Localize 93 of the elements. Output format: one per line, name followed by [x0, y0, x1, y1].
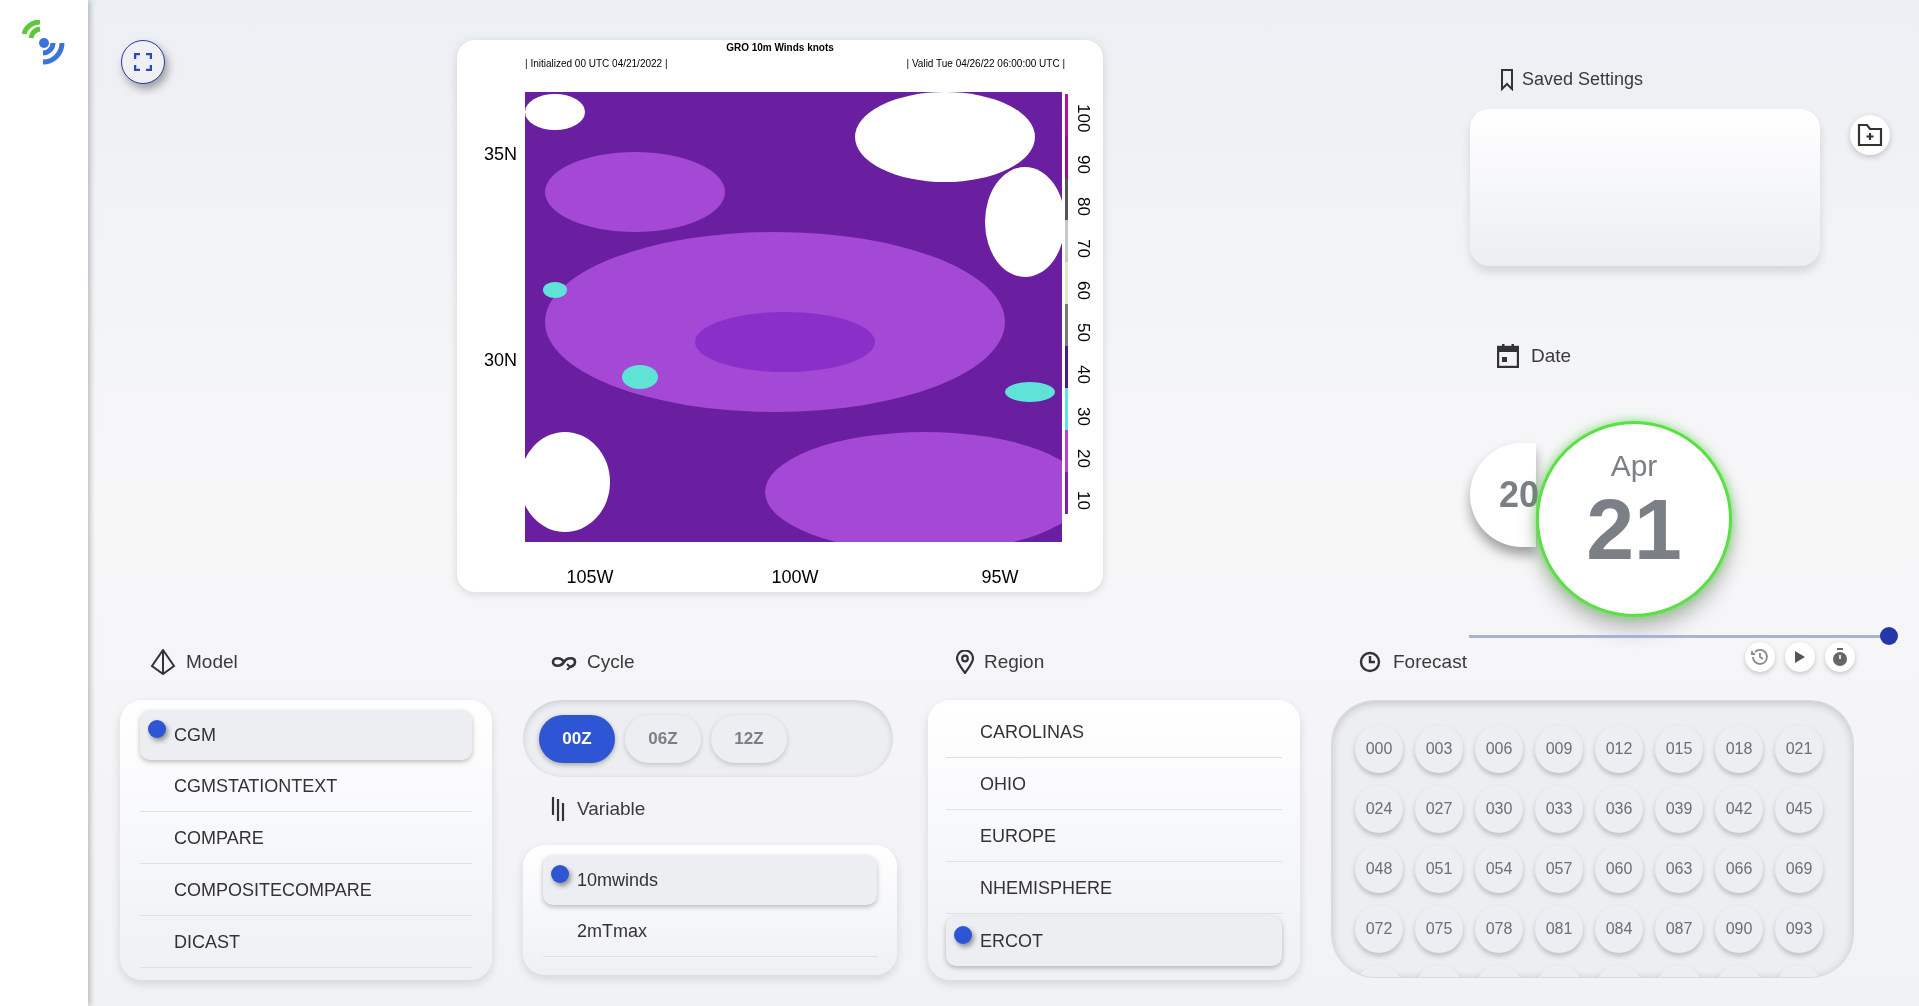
model-label: Model: [186, 649, 238, 674]
forecast-hour-button[interactable]: 084: [1595, 905, 1643, 953]
forecast-hour-button[interactable]: 006: [1475, 725, 1523, 773]
loop-icon: [551, 654, 577, 670]
list-item[interactable]: CAROLINAS: [946, 708, 1282, 758]
forecast-hour-button[interactable]: 018: [1715, 725, 1763, 773]
bars-icon: [551, 796, 567, 822]
timer-button[interactable]: [1825, 642, 1855, 672]
calendar-icon: [1497, 344, 1519, 369]
history-icon: [1751, 648, 1769, 666]
forecast-hour-button[interactable]: 075: [1415, 905, 1463, 953]
map-valid-text: | Valid Tue 04/26/22 06:00:00 UTC |: [906, 57, 1065, 71]
forecast-hour-button[interactable]: 057: [1535, 845, 1583, 893]
list-item[interactable]: OHIO: [946, 760, 1282, 810]
list-item[interactable]: EUROPE: [946, 812, 1282, 862]
forecast-hour-button[interactable]: 093: [1775, 905, 1823, 953]
forecast-hour-button[interactable]: 090: [1715, 905, 1763, 953]
list-item[interactable]: NHEMISPHERE: [946, 864, 1282, 914]
list-item[interactable]: CGM: [140, 710, 472, 760]
forecast-hour-button[interactable]: 087: [1655, 905, 1703, 953]
cycle-label: Cycle: [587, 649, 635, 674]
forecast-hour-button[interactable]: 072: [1355, 905, 1403, 953]
forecast-hour-button[interactable]: 003: [1415, 725, 1463, 773]
map-initialized-text: | Initialized 00 UTC 04/21/2022 |: [525, 57, 668, 71]
colorbar-label: 100: [1074, 103, 1092, 132]
date-month: Apr: [1610, 447, 1658, 484]
variable-label: Variable: [577, 796, 646, 821]
list-item[interactable]: DICAST: [140, 918, 472, 968]
forecast-hour-button[interactable]: 042: [1715, 785, 1763, 833]
fullscreen-button[interactable]: [121, 40, 165, 84]
forecast-hour-button[interactable]: 048: [1355, 845, 1403, 893]
forecast-hour-button[interactable]: 033: [1535, 785, 1583, 833]
list-item[interactable]: 2mTmax: [543, 907, 877, 957]
forecast-hour-button[interactable]: 069: [1775, 845, 1823, 893]
play-button[interactable]: [1785, 642, 1815, 672]
location-pin-icon: [956, 650, 974, 674]
forecast-hour-button[interactable]: 060: [1595, 845, 1643, 893]
forecast-hour-button[interactable]: 051: [1415, 845, 1463, 893]
forecast-hour-button[interactable]: 066: [1715, 845, 1763, 893]
forecast-hour-button[interactable]: 045: [1775, 785, 1823, 833]
forecast-label: Forecast: [1393, 649, 1467, 674]
cycle-option[interactable]: 12Z: [711, 714, 787, 763]
colorbar-label: 60: [1074, 281, 1092, 301]
latitude-label: 35N: [483, 144, 517, 164]
forecast-hour-button[interactable]: 054: [1475, 845, 1523, 893]
colorbar-label: 40: [1074, 365, 1092, 385]
bookmark-icon: [1500, 68, 1514, 91]
colorbar-label: 10: [1074, 491, 1092, 511]
colorbar-label: 70: [1074, 239, 1092, 259]
list-item[interactable]: CGMSTATIONTEXT: [140, 762, 472, 812]
forecast-hour-button[interactable]: 027: [1415, 785, 1463, 833]
forecast-hour-button[interactable]: 030: [1475, 785, 1523, 833]
longitude-label: 95W: [981, 566, 1019, 588]
stopwatch-icon: [1832, 648, 1848, 666]
forecast-hour-button[interactable]: 012: [1595, 725, 1643, 773]
region-label: Region: [984, 649, 1045, 674]
clock-icon: [1359, 651, 1381, 673]
list-item[interactable]: ERCOT: [946, 916, 1282, 966]
forecast-hour-button[interactable]: 036: [1595, 785, 1643, 833]
cycle-option[interactable]: 06Z: [625, 714, 701, 763]
history-button[interactable]: [1745, 642, 1775, 672]
colorbar-label: 20: [1074, 449, 1092, 469]
colorbar-label: 50: [1074, 323, 1092, 343]
forecast-hour-button[interactable]: 039: [1655, 785, 1703, 833]
add-folder-button[interactable]: [1850, 115, 1890, 155]
date-label: Date: [1531, 344, 1572, 368]
forecast-hour-button[interactable]: 000: [1355, 725, 1403, 773]
list-item[interactable]: 10mwinds: [543, 855, 877, 905]
date-day: 21: [1586, 483, 1682, 574]
slider-thumb[interactable]: [1880, 626, 1898, 645]
fullscreen-icon: [134, 53, 152, 71]
latitude-label: 30N: [483, 350, 517, 370]
list-item[interactable]: COMPOSITECOMPARE: [140, 866, 472, 916]
cycle-option[interactable]: 00Z: [539, 714, 615, 763]
add-folder-icon: [1857, 123, 1883, 147]
colorbar-label: 30: [1074, 407, 1092, 427]
play-icon: [1794, 650, 1806, 664]
forecast-hour-button[interactable]: 063: [1655, 845, 1703, 893]
colorbar-label: 90: [1074, 155, 1092, 174]
forecast-hour-button[interactable]: 081: [1535, 905, 1583, 953]
longitude-label: 100W: [771, 566, 819, 588]
list-item[interactable]: COMPARE: [140, 814, 472, 864]
forecast-hour-button[interactable]: 078: [1475, 905, 1523, 953]
map-title: GRO 10m Winds knots: [725, 41, 835, 55]
longitude-label: 105W: [566, 566, 614, 588]
forecast-hour-button[interactable]: 015: [1655, 725, 1703, 773]
forecast-hour-button[interactable]: 009: [1535, 725, 1583, 773]
pyramid-icon: [150, 649, 176, 675]
saved-settings-label: Saved Settings: [1522, 68, 1644, 91]
forecast-hour-button[interactable]: 021: [1775, 725, 1823, 773]
previous-day-button[interactable]: 20: [1470, 442, 1536, 547]
forecast-hour-button[interactable]: 024: [1355, 785, 1403, 833]
colorbar-label: 80: [1074, 197, 1092, 217]
